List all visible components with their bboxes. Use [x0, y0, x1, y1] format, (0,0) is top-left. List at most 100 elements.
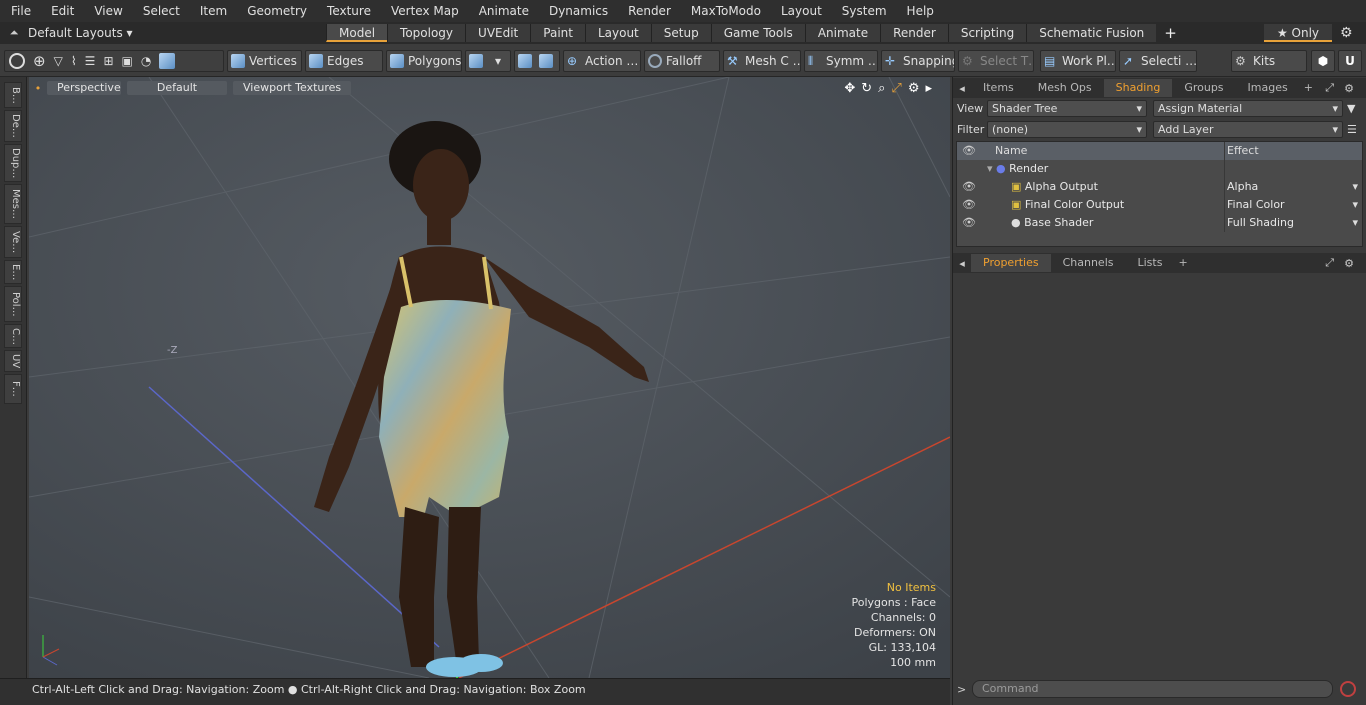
perspective-dropdown[interactable]: Perspective — [47, 81, 121, 95]
edges-button[interactable]: Edges — [305, 50, 383, 72]
tool-tab-duplicate[interactable]: Dup… — [4, 144, 22, 182]
mesh-constraint-button[interactable]: ⚒ Mesh C … — [723, 50, 801, 72]
column-name[interactable]: Name — [981, 142, 1225, 160]
tool-tab-uv[interactable]: UV — [4, 350, 22, 372]
circle-select-icon[interactable] — [9, 53, 25, 69]
layout-selector[interactable]: Default Layouts ▾ — [28, 26, 326, 40]
menu-item[interactable]: Item — [189, 0, 236, 22]
eye-icon[interactable]: 👁 — [957, 214, 981, 232]
panel-gear-icon[interactable]: ⚙ — [1344, 82, 1354, 95]
fit-view-icon[interactable]: ⤢ — [891, 81, 901, 96]
tool-tab-fusion[interactable]: F… — [4, 374, 22, 404]
column-effect[interactable]: Effect — [1225, 142, 1362, 160]
shader-row-base-shader[interactable]: 👁 ● Base Shader Full Shading — [957, 214, 1362, 232]
properties-gear-icon[interactable]: ⚙ — [1344, 257, 1354, 270]
viewport-menu-dot-icon[interactable]: • — [29, 82, 47, 95]
tab-render[interactable]: Render — [880, 24, 948, 42]
work-plane-button[interactable]: ▤ Work Pl… — [1040, 50, 1116, 72]
properties-menu-icon[interactable]: ◂ — [953, 257, 971, 270]
menu-vertex-map[interactable]: Vertex Map — [380, 0, 468, 22]
shader-row-render[interactable]: ▾ ● Render — [957, 160, 1362, 178]
zoom-view-icon[interactable]: ⌕ — [878, 81, 885, 96]
vertices-button[interactable]: Vertices — [227, 50, 302, 72]
tab-topology[interactable]: Topology — [387, 24, 466, 42]
square-select-icon[interactable]: ▣ — [122, 54, 133, 68]
items-mode-icon[interactable] — [159, 53, 176, 69]
menu-system[interactable]: System — [831, 0, 896, 22]
shader-row-alpha-output[interactable]: 👁 ▣ Alpha Output Alpha — [957, 178, 1362, 196]
pin-icon[interactable]: ▽ — [54, 54, 63, 68]
menu-edit[interactable]: Edit — [40, 0, 83, 22]
base-shader-effect[interactable]: Full Shading — [1225, 214, 1362, 232]
command-input[interactable]: Command — [972, 680, 1333, 698]
3d-viewport[interactable]: -Z No Items Polygons : Face Channels: 0 … — [29, 77, 950, 678]
unreal-button[interactable]: U — [1338, 50, 1362, 72]
viewport-gear-icon[interactable]: ⚙ — [908, 81, 920, 96]
menu-maxtomodo[interactable]: MaxToModo — [680, 0, 770, 22]
tab-schematic-fusion[interactable]: Schematic Fusion — [1026, 24, 1157, 42]
lasso-icon[interactable]: ⌇ — [71, 54, 77, 68]
only-toggle[interactable]: ★ Only — [1264, 24, 1332, 42]
select-through-button[interactable]: ⚙ Select T… — [958, 50, 1034, 72]
center-icon[interactable]: ⊞ — [103, 54, 113, 68]
tab-groups[interactable]: Groups — [1172, 79, 1235, 97]
selection-sets-button[interactable]: ➚ Selecti … — [1119, 50, 1197, 72]
material-mode-button[interactable]: ▾ — [465, 50, 511, 72]
panel-expand-icon[interactable]: ⤢ — [1325, 81, 1334, 95]
menu-select[interactable]: Select — [132, 0, 189, 22]
viewport-textures-dropdown[interactable]: Viewport Textures — [233, 81, 352, 95]
command-expand-icon[interactable]: > — [957, 683, 966, 696]
tool-tab-vertex[interactable]: Ve… — [4, 226, 22, 258]
snapping-button[interactable]: ✛ Snapping — [881, 50, 955, 72]
shading-style-dropdown[interactable]: Default — [127, 81, 227, 95]
menu-file[interactable]: File — [0, 0, 40, 22]
menu-layout[interactable]: Layout — [770, 0, 831, 22]
tab-uvedit[interactable]: UVEdit — [465, 24, 531, 42]
viewport-expand-icon[interactable]: ▸ — [925, 81, 932, 96]
eye-icon[interactable]: 👁 — [957, 196, 981, 214]
add-layout-tab-button[interactable]: + — [1164, 24, 1177, 42]
filter-dropdown[interactable]: (none) — [987, 121, 1147, 138]
tab-setup[interactable]: Setup — [650, 24, 711, 42]
tab-animate[interactable]: Animate — [804, 24, 881, 42]
tool-tab-mesh-edit[interactable]: Mes… — [4, 184, 22, 224]
tab-model[interactable]: Model — [326, 24, 388, 42]
final-color-output-effect[interactable]: Final Color — [1225, 196, 1362, 214]
record-macro-icon[interactable] — [1340, 681, 1356, 697]
symmetry-button[interactable]: ⫴ Symm … — [804, 50, 878, 72]
tab-shading[interactable]: Shading — [1103, 79, 1173, 97]
tab-paint[interactable]: Paint — [530, 24, 585, 42]
tool-tab-basic[interactable]: B… — [4, 82, 22, 108]
tab-layout[interactable]: Layout — [584, 24, 651, 42]
tab-mesh-ops[interactable]: Mesh Ops — [1026, 79, 1104, 97]
add-properties-tab-button[interactable]: + — [1174, 254, 1191, 272]
falloff-button[interactable]: Falloff — [644, 50, 720, 72]
settings-gear-icon[interactable]: ⚙ — [1340, 25, 1353, 41]
tab-channels[interactable]: Channels — [1051, 254, 1126, 272]
align-icon[interactable]: ☰ — [85, 54, 96, 68]
tool-tab-curve[interactable]: C… — [4, 324, 22, 348]
view-dropdown[interactable]: Shader Tree — [987, 100, 1147, 117]
symmetry-toggle-group[interactable] — [514, 50, 560, 72]
pie-icon[interactable]: ◔ — [141, 54, 151, 68]
filter-funnel-icon[interactable]: ▼ — [1347, 102, 1355, 115]
tab-images[interactable]: Images — [1236, 79, 1300, 97]
add-layer-dropdown[interactable]: Add Layer — [1153, 121, 1343, 138]
polygons-button[interactable]: Polygons — [386, 50, 462, 72]
menu-texture[interactable]: Texture — [316, 0, 380, 22]
move-view-icon[interactable]: ✥ — [844, 81, 855, 96]
kits-button[interactable]: ⚙ Kits — [1231, 50, 1307, 72]
layout-up-icon[interactable]: ⏶ — [0, 26, 28, 40]
menu-dynamics[interactable]: Dynamics — [538, 0, 617, 22]
tool-tab-deform[interactable]: De… — [4, 110, 22, 142]
panel-menu-icon[interactable]: ◂ — [953, 82, 971, 95]
menu-animate[interactable]: Animate — [468, 0, 538, 22]
menu-help[interactable]: Help — [896, 0, 943, 22]
tab-scripting[interactable]: Scripting — [947, 24, 1027, 42]
rotate-view-icon[interactable]: ↻ — [861, 81, 872, 96]
menu-render[interactable]: Render — [617, 0, 680, 22]
tab-items[interactable]: Items — [971, 79, 1026, 97]
shader-row-final-color-output[interactable]: 👁 ▣ Final Color Output Final Color — [957, 196, 1362, 214]
properties-expand-icon[interactable]: ⤢ — [1325, 256, 1334, 270]
assign-material-dropdown[interactable]: Assign Material — [1153, 100, 1343, 117]
